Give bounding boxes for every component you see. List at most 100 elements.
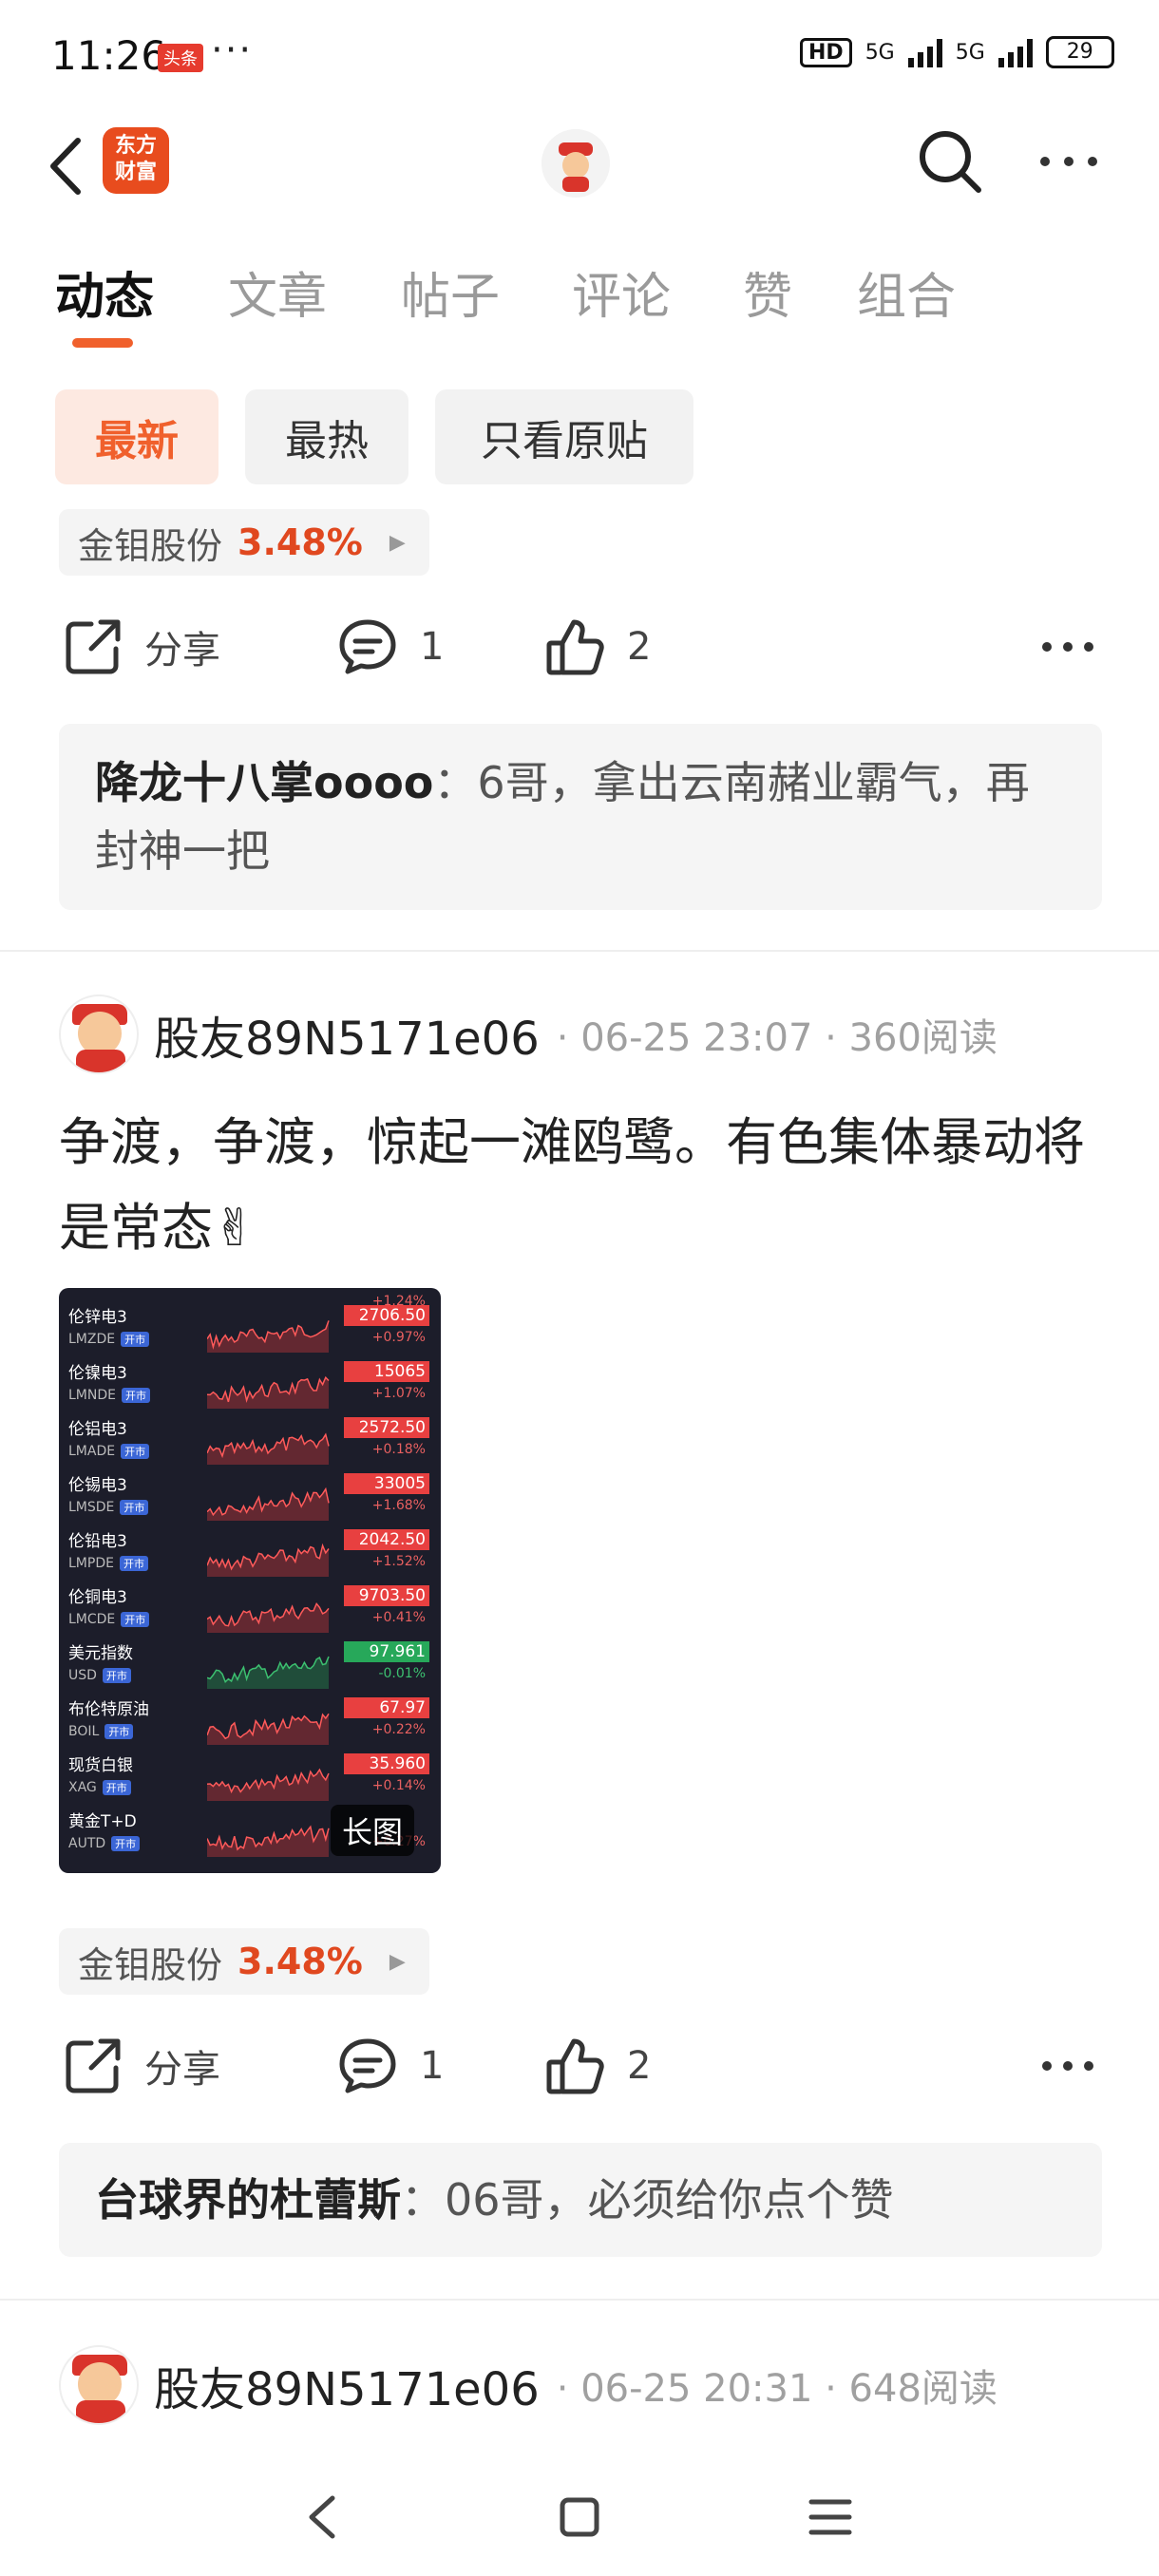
top-nav: 东方 财富 bbox=[0, 114, 1159, 218]
stock-name: 金钼股份 bbox=[78, 1943, 223, 1986]
market-code: AUTD 开市 bbox=[68, 1836, 141, 1851]
battery-icon: 29 bbox=[1045, 36, 1114, 68]
market-code: XAG 开市 bbox=[68, 1780, 131, 1795]
post-more-button[interactable] bbox=[1037, 633, 1098, 661]
market-row: 伦铜电3 LMCDE 开市 9703.50 +0.41% bbox=[59, 1582, 441, 1637]
menu-icon bbox=[808, 2499, 852, 2535]
profile-avatar[interactable] bbox=[542, 129, 610, 198]
avatar[interactable] bbox=[59, 994, 139, 1074]
market-row: 伦锌电3 LMZDE 开市 2706.50 +0.97% bbox=[59, 1301, 441, 1356]
market-change: +0.22% bbox=[371, 1722, 426, 1737]
market-code: USD 开市 bbox=[68, 1668, 131, 1683]
post-header: 股友89N5171e06 · 06-25 20:31 · 648阅读 bbox=[59, 2342, 998, 2428]
tab-comments[interactable]: 评论 bbox=[572, 256, 671, 328]
filter-latest[interactable]: 最新 bbox=[55, 389, 218, 484]
market-change: +0.97% bbox=[371, 1330, 426, 1345]
market-price: 67.97 bbox=[344, 1697, 429, 1718]
market-price: 97.961 bbox=[344, 1641, 429, 1662]
market-row: 伦锡电3 LMSDE 开市 33005 +1.68% bbox=[59, 1469, 441, 1525]
status-more-icon: ··· bbox=[211, 28, 254, 72]
share-icon bbox=[66, 619, 121, 674]
stock-change: 3.48% bbox=[238, 521, 363, 563]
tab-portfolio[interactable]: 组合 bbox=[857, 256, 956, 328]
nav-back-button[interactable] bbox=[294, 2489, 352, 2546]
market-row: 伦铝电3 LMADE 开市 2572.50 +0.18% bbox=[59, 1413, 441, 1468]
like-button[interactable]: 2 bbox=[543, 604, 651, 690]
tab-likes[interactable]: 赞 bbox=[743, 256, 792, 328]
market-sparkline bbox=[207, 1375, 330, 1409]
nav-home-button[interactable] bbox=[551, 2489, 608, 2546]
tab-dynamics[interactable]: 动态 bbox=[55, 256, 154, 328]
more-dots-icon bbox=[1042, 2061, 1093, 2071]
play-icon: ▶ bbox=[389, 1949, 406, 1974]
commenter-name[interactable]: 降龙十八掌oooo bbox=[95, 757, 433, 808]
comment-button[interactable]: 1 bbox=[336, 2023, 444, 2109]
market-price: 9703.50 bbox=[344, 1585, 429, 1606]
share-button[interactable]: 分享 bbox=[63, 2023, 220, 2109]
comment-button[interactable]: 1 bbox=[336, 604, 444, 690]
home-square-icon bbox=[560, 2497, 599, 2537]
commenter-name[interactable]: 台球界的杜蕾斯 bbox=[95, 2174, 401, 2226]
tab-posts[interactable]: 帖子 bbox=[401, 256, 500, 328]
post-divider bbox=[0, 950, 1159, 952]
mascot-icon bbox=[542, 129, 610, 198]
comment-preview[interactable]: 台球界的杜蕾斯：06哥，必须给你点个赞 bbox=[59, 2143, 1102, 2257]
market-change: +1.07% bbox=[371, 1386, 426, 1401]
avatar[interactable] bbox=[59, 2345, 139, 2425]
market-sparkline bbox=[207, 1601, 330, 1633]
post-meta: · 06-25 23:07 · 360阅读 bbox=[556, 1016, 998, 1060]
share-label: 分享 bbox=[144, 629, 220, 672]
comment-icon bbox=[339, 619, 396, 674]
stock-tag[interactable]: 金钼股份 3.48% ▶ bbox=[59, 509, 429, 576]
market-sparkline bbox=[207, 1656, 330, 1689]
app-logo[interactable]: 东方 财富 bbox=[103, 127, 169, 194]
back-button[interactable] bbox=[44, 133, 91, 199]
comment-preview[interactable]: 降龙十八掌oooo：6哥，拿出云南赭业霸气，再封神一把 bbox=[59, 724, 1102, 910]
hd-icon: HD bbox=[800, 37, 852, 67]
more-dots-icon bbox=[1042, 642, 1093, 652]
filter-hottest[interactable]: 最热 bbox=[245, 389, 408, 484]
like-button[interactable]: 2 bbox=[543, 2023, 651, 2109]
stock-tag[interactable]: 金钼股份 3.48% ▶ bbox=[59, 1928, 429, 1995]
share-button[interactable]: 分享 bbox=[63, 604, 220, 690]
stock-name: 金钼股份 bbox=[78, 524, 223, 567]
market-name: 伦铝电3 bbox=[68, 1420, 127, 1439]
market-code: LMNDE 开市 bbox=[68, 1388, 150, 1403]
stock-change: 3.48% bbox=[238, 1941, 363, 1982]
market-sparkline bbox=[207, 1320, 330, 1353]
market-change: +0.18% bbox=[371, 1442, 426, 1457]
market-screenshot-image[interactable]: ssm开市+1.24%伦锌电3LMZDE开市2706.50+0.97%伦镍电3L… bbox=[59, 1288, 441, 1873]
market-change: +0.41% bbox=[371, 1610, 426, 1625]
market-row: 布伦特原油 BOIL 开市 67.97 +0.22% bbox=[59, 1694, 441, 1749]
signal-icon bbox=[907, 37, 942, 67]
market-code: LMCDE 开市 bbox=[68, 1612, 150, 1627]
market-row: 伦镍电3 LMNDE 开市 15065 +1.07% bbox=[59, 1357, 441, 1412]
market-row: 美元指数 USD 开市 97.961 -0.01% bbox=[59, 1638, 441, 1693]
market-change: +0.14% bbox=[371, 1778, 426, 1793]
market-change: +1.52% bbox=[371, 1554, 426, 1569]
market-price: 2042.50 bbox=[344, 1529, 429, 1550]
market-code: LMZDE 开市 bbox=[68, 1332, 150, 1347]
like-count: 2 bbox=[627, 2044, 652, 2088]
play-icon: ▶ bbox=[389, 530, 406, 555]
filter-original-only[interactable]: 只看原贴 bbox=[435, 389, 694, 484]
comment-count: 1 bbox=[420, 2044, 445, 2088]
post-body[interactable]: 争渡，争渡，惊起一滩鸥鹭。有色集体暴动将是常态✌ bbox=[59, 1100, 1113, 1271]
network-5g-label-2: 5G bbox=[955, 40, 985, 65]
market-change: -0.01% bbox=[378, 1666, 426, 1681]
more-button[interactable] bbox=[1036, 142, 1102, 180]
market-price: 15065 bbox=[344, 1361, 429, 1382]
market-name: 伦铜电3 bbox=[68, 1588, 127, 1607]
search-button[interactable] bbox=[914, 125, 986, 198]
nav-menu-button[interactable] bbox=[802, 2489, 859, 2546]
market-sparkline bbox=[207, 1768, 330, 1801]
share-icon bbox=[66, 2038, 121, 2093]
post-more-button[interactable] bbox=[1037, 2052, 1098, 2080]
username[interactable]: 股友89N5171e06 bbox=[154, 2352, 540, 2418]
chevron-left-icon bbox=[309, 2495, 335, 2539]
market-name: 布伦特原油 bbox=[68, 1700, 149, 1719]
network-5g-label: 5G bbox=[864, 40, 895, 65]
username[interactable]: 股友89N5171e06 bbox=[154, 1001, 540, 1068]
market-code: LMSDE 开市 bbox=[68, 1500, 149, 1515]
tab-articles[interactable]: 文章 bbox=[228, 256, 327, 328]
